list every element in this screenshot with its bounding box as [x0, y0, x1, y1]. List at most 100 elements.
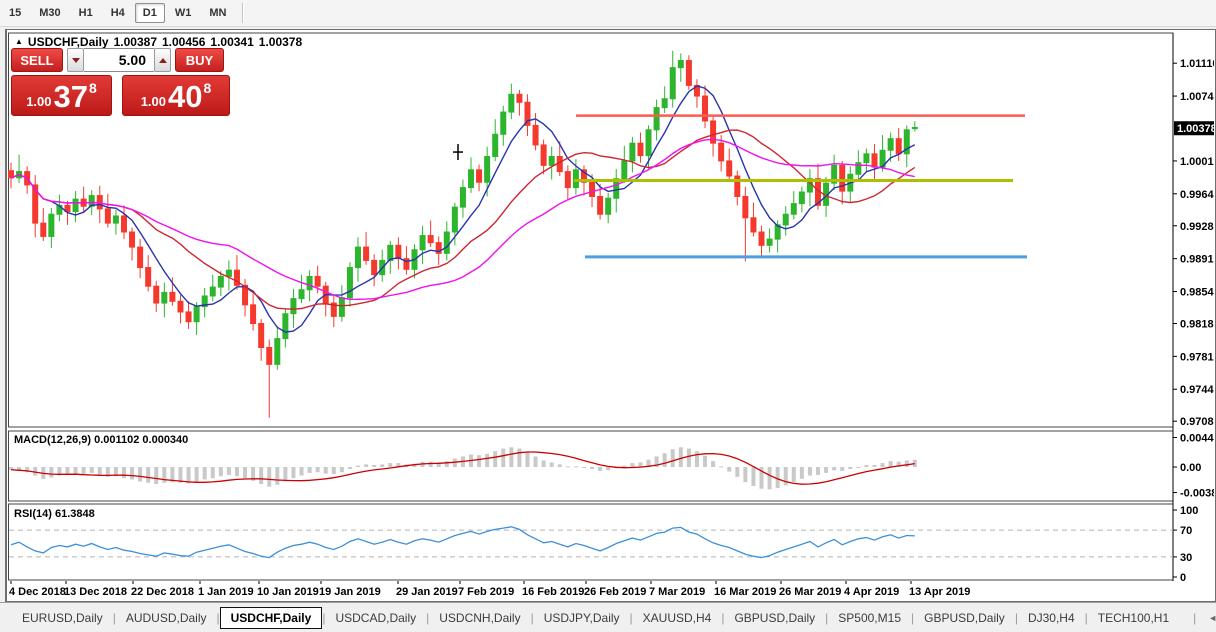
chart-tab-gbpusd-7[interactable]: GBPUSD,Daily — [724, 607, 825, 629]
macd-bar — [566, 466, 570, 467]
buy-price-prefix: 1.00 — [141, 92, 166, 112]
buy-price-quote[interactable]: 1.00 40 8 — [122, 75, 230, 116]
macd-bar — [735, 467, 739, 477]
candle-body — [501, 112, 506, 134]
candle-body — [452, 207, 457, 232]
ohlc-close: 1.00378 — [259, 35, 302, 49]
candle-body — [49, 214, 54, 236]
chart-tab-usdchf-2[interactable]: USDCHF,Daily — [220, 607, 323, 629]
collapse-triangle-icon[interactable]: ▲ — [15, 37, 23, 46]
candle-body — [113, 216, 118, 223]
candle-body — [630, 143, 635, 161]
macd-bar — [388, 463, 392, 467]
macd-bar — [308, 467, 312, 473]
candle-body — [420, 236, 425, 250]
candle-body — [654, 108, 659, 130]
candle-body — [218, 276, 223, 287]
candle-body — [275, 339, 280, 365]
macd-bar — [146, 467, 150, 483]
chart-tab-xauusd-6[interactable]: XAUUSD,H4 — [633, 607, 722, 629]
macd-bar — [275, 467, 279, 485]
macd-bar — [90, 467, 94, 473]
macd-bar — [162, 467, 166, 483]
price-tick-label: 0.99280 — [1180, 221, 1214, 233]
candle-body — [703, 96, 708, 121]
candle-body — [565, 172, 570, 188]
candle-body — [339, 298, 344, 317]
macd-bar — [429, 462, 433, 467]
macd-bar — [348, 467, 352, 469]
price-tick-label: 0.97440 — [1180, 384, 1214, 396]
chart-tab-eurusd-0[interactable]: EURUSD,Daily — [12, 607, 113, 629]
chart-tab-usdcnh-4[interactable]: USDCNH,Daily — [429, 607, 530, 629]
price-axis-labels[interactable]: 1.011101.007401.000100.996400.992800.989… — [1173, 58, 1214, 428]
timeframe-button-h1[interactable]: H1 — [71, 3, 101, 23]
macd-bar — [824, 467, 828, 473]
candle-body — [767, 239, 772, 245]
timeframe-button-mn[interactable]: MN — [201, 3, 234, 23]
macd-bar — [485, 454, 489, 467]
sell-button[interactable]: SELL — [11, 48, 63, 72]
timeframe-button-m30[interactable]: M30 — [31, 3, 68, 23]
candle-body — [573, 170, 578, 188]
buy-button[interactable]: BUY — [175, 48, 224, 72]
candle-body — [485, 156, 490, 182]
chart-tab-dj30-10[interactable]: DJ30,H4 — [1018, 607, 1085, 629]
macd-bar — [800, 467, 804, 479]
rsi-tick-label: 70 — [1180, 525, 1192, 537]
macd-bar — [743, 467, 747, 482]
macd-bar — [74, 467, 78, 474]
macd-bar — [477, 455, 481, 467]
timeframe-button-w1[interactable]: W1 — [167, 3, 200, 23]
chart-tab-bar: EURUSD,Daily|AUDUSD,Daily|USDCHF,Daily|U… — [0, 602, 1216, 632]
candle-body — [509, 94, 514, 112]
chart-tab-audusd-1[interactable]: AUDUSD,Daily — [116, 607, 217, 629]
macd-bar — [784, 467, 788, 485]
candle-body — [291, 299, 296, 314]
chart-tab-usdcad-3[interactable]: USDCAD,Daily — [325, 607, 426, 629]
rsi-tick-label: 0 — [1180, 572, 1186, 584]
macd-bar — [130, 467, 134, 479]
candle-body — [170, 292, 175, 301]
candle-body — [251, 305, 256, 324]
macd-bar — [364, 464, 368, 467]
chart-tab-tech100-11[interactable]: TECH100,H1 — [1088, 607, 1179, 629]
macd-bar — [300, 467, 304, 476]
candle-body — [751, 218, 756, 232]
timeframe-button-d1[interactable]: D1 — [135, 3, 165, 23]
macd-bar — [598, 467, 602, 471]
chart-tab-sp500-8[interactable]: SP500,M15 — [828, 607, 911, 629]
current-price-label: 1.00378 — [1177, 123, 1214, 135]
sell-price-quote[interactable]: 1.00 37 8 — [11, 75, 112, 116]
timeframe-button-h4[interactable]: H4 — [103, 3, 133, 23]
volume-increase-button[interactable] — [154, 48, 171, 72]
price-tick-label: 0.98180 — [1180, 319, 1214, 331]
macd-bar — [881, 463, 885, 467]
candle-body — [864, 154, 869, 163]
tabs-scroll-left-icon[interactable]: ◄ — [1208, 613, 1216, 623]
chart-tab-gbpusd-9[interactable]: GBPUSD,Daily — [914, 607, 1015, 629]
macd-bar — [65, 467, 69, 474]
price-tick-label: 1.01110 — [1180, 58, 1214, 70]
candle-body — [372, 260, 377, 274]
candle-body — [460, 188, 465, 208]
date-axis[interactable]: 4 Dec 201813 Dec 201822 Dec 20181 Jan 20… — [9, 581, 970, 598]
macd-bar — [372, 465, 376, 467]
macd-bar — [227, 467, 231, 475]
volume-input[interactable] — [84, 48, 154, 72]
macd-bar — [727, 467, 731, 472]
macd-tick-label: 0.004487 — [1180, 432, 1214, 444]
timeframe-button-15[interactable]: 15 — [1, 3, 29, 23]
candle-body — [856, 163, 861, 175]
date-tick-label: 10 Jan 2019 — [257, 586, 319, 598]
price-tick-label: 1.00740 — [1180, 91, 1214, 103]
candle-body — [598, 196, 603, 214]
macd-bar — [663, 453, 667, 467]
candle-body — [356, 247, 361, 267]
candle-body — [307, 276, 312, 289]
chart-tab-usdjpy-5[interactable]: USDJPY,Daily — [534, 607, 630, 629]
macd-bar — [889, 461, 893, 467]
volume-decrease-button[interactable] — [67, 48, 84, 72]
macd-bar — [534, 456, 538, 467]
candle-body — [178, 301, 183, 312]
